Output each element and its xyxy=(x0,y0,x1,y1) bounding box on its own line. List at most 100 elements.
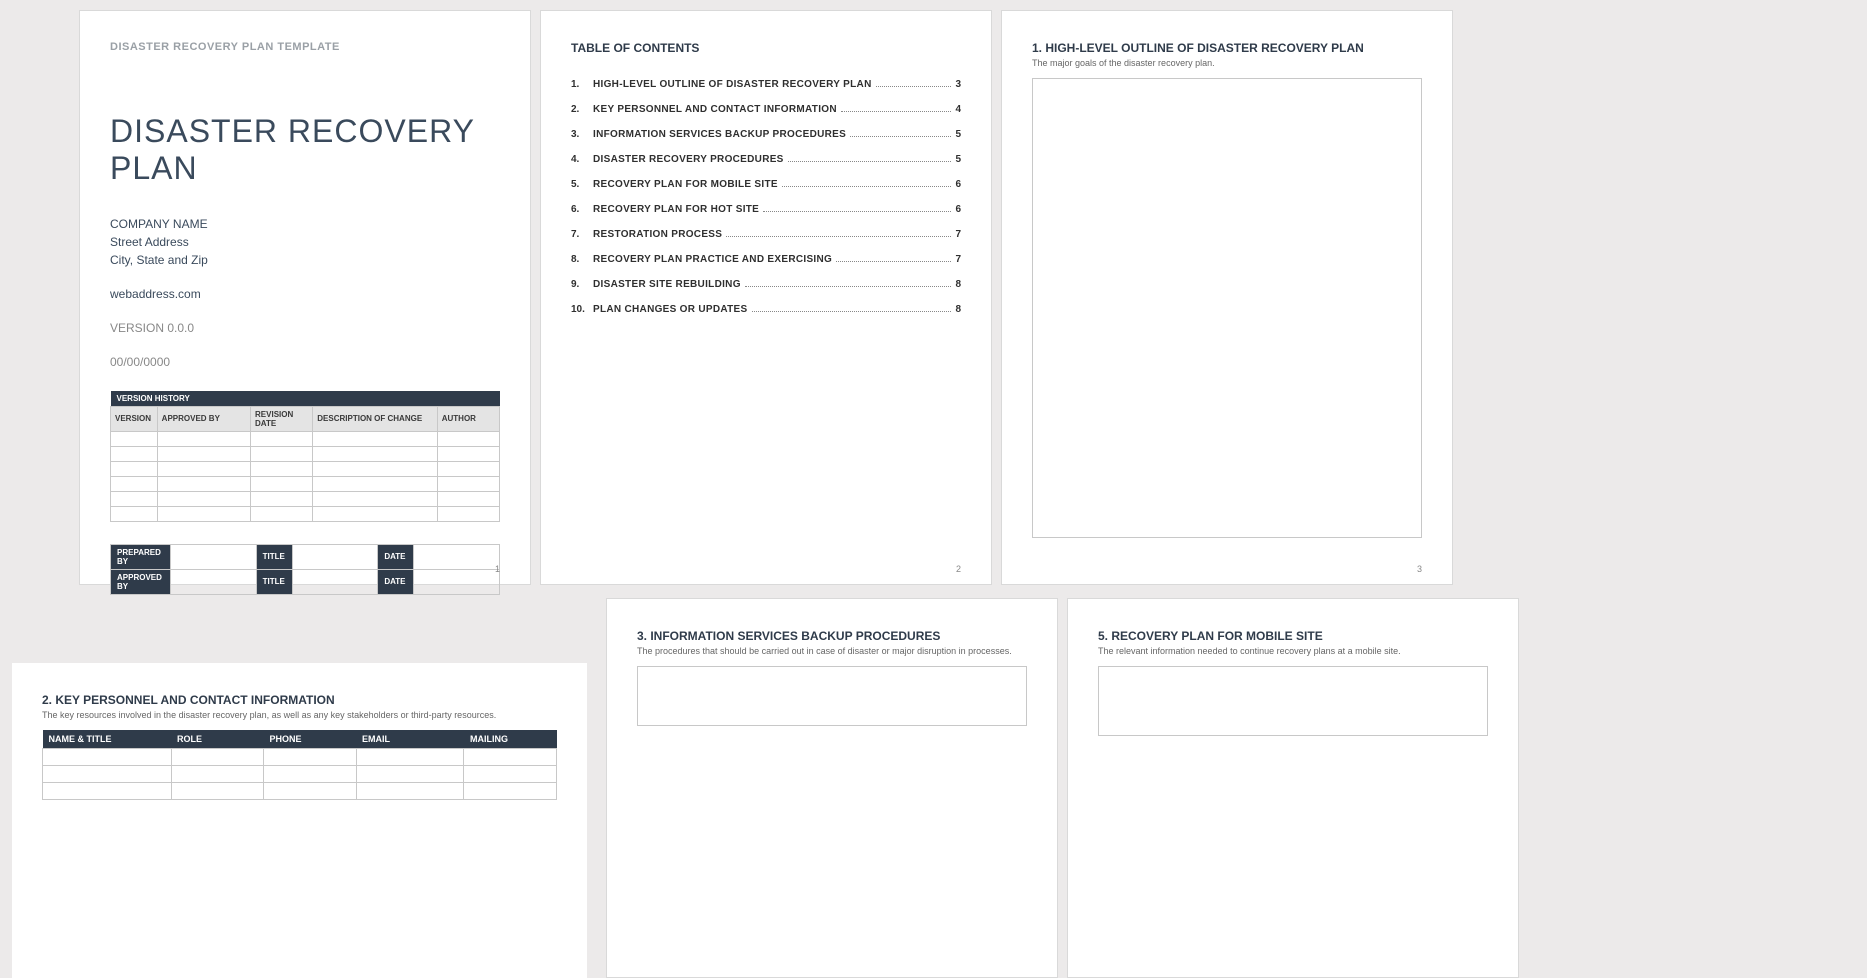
toc-entry: 9.DISASTER SITE REBUILDING 8 xyxy=(571,279,961,290)
date-label-1: DATE xyxy=(378,544,414,569)
toc-leader-dots xyxy=(745,286,952,287)
city-state-zip: City, State and Zip xyxy=(110,251,500,269)
section-5-heading: 5. RECOVERY PLAN FOR MOBILE SITE xyxy=(1098,629,1488,643)
toc-leader-dots xyxy=(841,111,952,112)
toc-number: 2. xyxy=(571,104,593,115)
col-author: AUTHOR xyxy=(437,406,499,431)
version-label: VERSION 0.0.0 xyxy=(110,321,500,335)
document-preview-surface: DISASTER RECOVERY PLAN TEMPLATE DISASTER… xyxy=(0,0,1867,978)
page-4: 2. KEY PERSONNEL AND CONTACT INFORMATION… xyxy=(12,663,587,978)
prepared-by-value xyxy=(171,544,257,569)
toc-heading: TABLE OF CONTENTS xyxy=(571,41,961,55)
date-value-2 xyxy=(414,569,500,594)
toc-title: KEY PERSONNEL AND CONTACT INFORMATION xyxy=(593,104,837,115)
toc-title: RECOVERY PLAN FOR MOBILE SITE xyxy=(593,179,778,190)
page-3: 1. HIGH-LEVEL OUTLINE OF DISASTER RECOVE… xyxy=(1001,10,1453,585)
date-label-2: DATE xyxy=(378,569,414,594)
page-6: 5. RECOVERY PLAN FOR MOBILE SITE The rel… xyxy=(1067,598,1519,978)
signoff-table: PREPARED BY TITLE DATE APPROVED BY TITLE… xyxy=(110,544,500,595)
section-5-content-box xyxy=(1098,666,1488,736)
col-role: ROLE xyxy=(171,730,264,749)
col-mailing: MAILING xyxy=(464,730,557,749)
contact-table: NAME & TITLE ROLE PHONE EMAIL MAILING xyxy=(42,730,557,800)
toc-page: 8 xyxy=(955,279,961,290)
toc-number: 10. xyxy=(571,304,593,315)
web-address: webaddress.com xyxy=(110,287,500,301)
table-row xyxy=(43,766,557,783)
date-value-1 xyxy=(414,544,500,569)
toc-entry: 3.INFORMATION SERVICES BACKUP PROCEDURES… xyxy=(571,129,961,140)
toc-title: DISASTER RECOVERY PROCEDURES xyxy=(593,154,784,165)
street-address: Street Address xyxy=(110,233,500,251)
toc-entry: 4.DISASTER RECOVERY PROCEDURES5 xyxy=(571,154,961,165)
section-3-subtitle: The procedures that should be carried ou… xyxy=(637,646,1027,656)
toc-title: RESTORATION PROCESS xyxy=(593,229,722,240)
toc-title: RECOVERY PLAN FOR HOT SITE xyxy=(593,204,759,215)
toc-leader-dots xyxy=(850,136,951,137)
toc-title: HIGH-LEVEL OUTLINE OF DISASTER RECOVERY … xyxy=(593,79,872,90)
toc-title: DISASTER SITE REBUILDING xyxy=(593,279,741,290)
toc-entry: 8.RECOVERY PLAN PRACTICE AND EXERCISING7 xyxy=(571,254,961,265)
toc-leader-dots xyxy=(788,161,952,162)
toc-page: 7 xyxy=(955,254,961,265)
company-block: COMPANY NAME Street Address City, State … xyxy=(110,215,500,269)
toc-page: 3 xyxy=(955,79,961,90)
date-placeholder: 00/00/0000 xyxy=(110,355,500,369)
toc-page: 5 xyxy=(955,129,961,140)
section-1-content-box xyxy=(1032,78,1422,538)
toc-page: 6 xyxy=(955,179,961,190)
table-row xyxy=(111,506,500,521)
toc-number: 6. xyxy=(571,204,593,215)
company-name: COMPANY NAME xyxy=(110,215,500,233)
page-2: TABLE OF CONTENTS 1.HIGH-LEVEL OUTLINE O… xyxy=(540,10,992,585)
toc-page: 6 xyxy=(955,204,961,215)
toc-entry: 7.RESTORATION PROCESS7 xyxy=(571,229,961,240)
section-5-subtitle: The relevant information needed to conti… xyxy=(1098,646,1488,656)
section-3-heading: 3. INFORMATION SERVICES BACKUP PROCEDURE… xyxy=(637,629,1027,643)
col-description: DESCRIPTION OF CHANGE xyxy=(313,406,437,431)
toc-page: 7 xyxy=(955,229,961,240)
page-number: 2 xyxy=(956,564,961,574)
section-3-content-box xyxy=(637,666,1027,726)
toc-leader-dots xyxy=(836,261,951,262)
toc-leader-dots xyxy=(752,311,952,312)
toc-number: 9. xyxy=(571,279,593,290)
toc-page: 8 xyxy=(955,304,961,315)
toc-leader-dots xyxy=(876,86,952,87)
template-header: DISASTER RECOVERY PLAN TEMPLATE xyxy=(110,41,500,53)
toc-leader-dots xyxy=(763,211,951,212)
title-value-1 xyxy=(292,544,378,569)
version-history-title: VERSION HISTORY xyxy=(111,391,500,407)
toc-number: 5. xyxy=(571,179,593,190)
approved-by-value xyxy=(171,569,257,594)
page-5: 3. INFORMATION SERVICES BACKUP PROCEDURE… xyxy=(606,598,1058,978)
page-1: DISASTER RECOVERY PLAN TEMPLATE DISASTER… xyxy=(79,10,531,585)
toc-leader-dots xyxy=(726,236,951,237)
toc-entry: 5.RECOVERY PLAN FOR MOBILE SITE 6 xyxy=(571,179,961,190)
col-name-title: NAME & TITLE xyxy=(43,730,172,749)
col-revision-date: REVISION DATE xyxy=(251,406,313,431)
page-number: 1 xyxy=(495,564,500,574)
toc-entry: 10.PLAN CHANGES OR UPDATES8 xyxy=(571,304,961,315)
section-2-heading: 2. KEY PERSONNEL AND CONTACT INFORMATION xyxy=(42,693,557,707)
toc-number: 3. xyxy=(571,129,593,140)
section-1-subtitle: The major goals of the disaster recovery… xyxy=(1032,58,1422,68)
toc-entry: 2.KEY PERSONNEL AND CONTACT INFORMATION 4 xyxy=(571,104,961,115)
toc-entry: 6.RECOVERY PLAN FOR HOT SITE 6 xyxy=(571,204,961,215)
toc-title: INFORMATION SERVICES BACKUP PROCEDURES xyxy=(593,129,846,140)
toc-list: 1.HIGH-LEVEL OUTLINE OF DISASTER RECOVER… xyxy=(571,79,961,315)
table-row xyxy=(111,491,500,506)
toc-page: 5 xyxy=(955,154,961,165)
toc-title: RECOVERY PLAN PRACTICE AND EXERCISING xyxy=(593,254,832,265)
toc-entry: 1.HIGH-LEVEL OUTLINE OF DISASTER RECOVER… xyxy=(571,79,961,90)
table-row xyxy=(111,476,500,491)
page-number: 3 xyxy=(1417,564,1422,574)
toc-number: 1. xyxy=(571,79,593,90)
col-version: VERSION xyxy=(111,406,158,431)
toc-page: 4 xyxy=(955,104,961,115)
col-approved-by: APPROVED BY xyxy=(157,406,250,431)
title-label-2: TITLE xyxy=(256,569,292,594)
table-row xyxy=(43,783,557,800)
prepared-by-label: PREPARED BY xyxy=(111,544,171,569)
table-row xyxy=(111,461,500,476)
